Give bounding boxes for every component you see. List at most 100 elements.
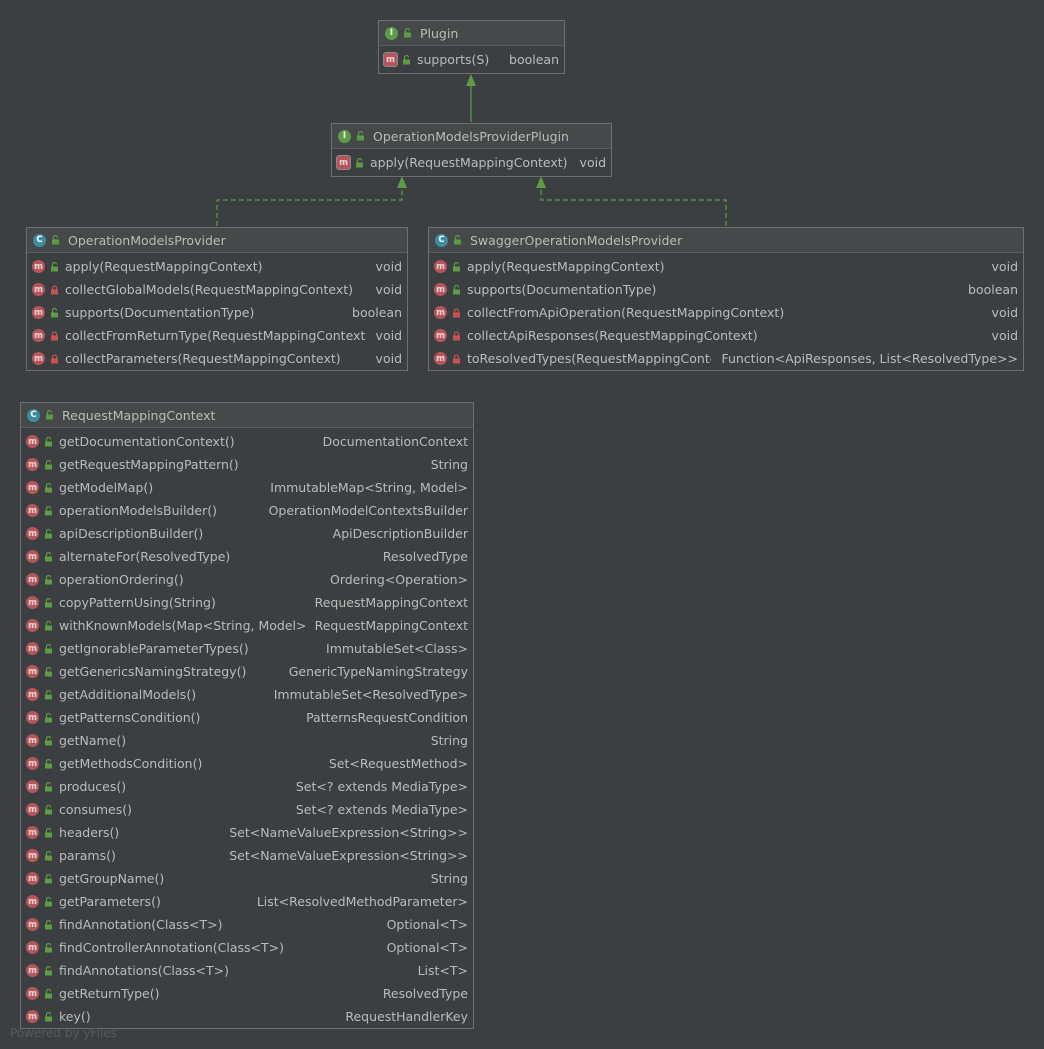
method-row[interactable]: m collectFromReturnType(RequestMappingCon… — [27, 324, 407, 347]
method-return-type: Set<RequestMethod> — [328, 756, 468, 771]
method-row[interactable]: m getReturnType() ResolvedType — [21, 982, 473, 1005]
method-badge-icon: m — [26, 619, 39, 632]
public-unlock-icon — [43, 689, 53, 700]
method-return-type: Function<ApiResponses, List<ResolvedType… — [721, 351, 1018, 366]
method-row[interactable]: m findAnnotation(Class<T>) Optional<T> — [21, 913, 473, 936]
public-unlock-icon — [49, 307, 59, 318]
method-name: findAnnotation(Class<T>) — [59, 917, 223, 932]
plugin-interface-node[interactable]: I Plugin m supports(S) boolean — [378, 20, 565, 74]
method-return-type: Optional<T> — [386, 940, 468, 955]
method-row[interactable]: m withKnownModels(Map<String, Model>) Requ… — [21, 614, 473, 637]
method-name: findAnnotations(Class<T>) — [59, 963, 230, 978]
member-list: m apply(RequestMappingContext) void — [332, 149, 611, 174]
method-name: consumes() — [59, 802, 133, 817]
method-row[interactable]: m key() RequestHandlerKey — [21, 1005, 473, 1028]
method-row[interactable]: m operationOrdering() Ordering<Operation> — [21, 568, 473, 591]
method-name: getPatternsCondition() — [59, 710, 201, 725]
member-list: m supports(S) boolean — [379, 46, 564, 71]
method-badge-icon: m — [32, 260, 45, 273]
method-badge-icon: m — [26, 734, 39, 747]
method-badge-icon: m — [26, 1010, 39, 1023]
class-header[interactable]: I OperationModelsProviderPlugin — [332, 124, 611, 149]
method-row[interactable]: m getGenericsNamingStrategy() GenericTypeN… — [21, 660, 473, 683]
method-row[interactable]: m findControllerAnnotation(Class<T>) Optio… — [21, 936, 473, 959]
method-name: copyPatternUsing(String) — [59, 595, 216, 610]
method-row[interactable]: m toResolvedTypes(RequestMappingContext) F… — [429, 347, 1023, 370]
method-row[interactable]: m supports(DocumentationType) boolean — [429, 278, 1023, 301]
method-badge-icon: m — [26, 435, 39, 448]
method-row[interactable]: m findAnnotations(Class<T>) List<T> — [21, 959, 473, 982]
method-badge-icon: m — [434, 260, 447, 273]
method-name: getReturnType() — [59, 986, 160, 1001]
method-row[interactable]: m operationModelsBuilder() OperationModelC… — [21, 499, 473, 522]
public-unlock-icon — [355, 131, 365, 141]
method-return-type: String — [430, 733, 468, 748]
method-row[interactable]: m consumes() Set<? extends MediaType> — [21, 798, 473, 821]
method-row[interactable]: m getAdditionalModels() ImmutableSet<Resol… — [21, 683, 473, 706]
method-row[interactable]: m apply(RequestMappingContext) void — [429, 255, 1023, 278]
public-unlock-icon — [43, 505, 53, 516]
class-header[interactable]: C OperationModelsProvider — [27, 228, 407, 253]
method-row[interactable]: m getGroupName() String — [21, 867, 473, 890]
method-badge-icon: m — [26, 826, 39, 839]
method-row[interactable]: m getRequestMappingPattern() String — [21, 453, 473, 476]
method-row[interactable]: m headers() Set<NameValueExpression<String… — [21, 821, 473, 844]
public-unlock-icon — [43, 551, 53, 562]
method-name: getRequestMappingPattern() — [59, 457, 239, 472]
method-row[interactable]: m collectFromApiOperation(RequestMappingC… — [429, 301, 1023, 324]
class-header[interactable]: C RequestMappingContext — [21, 403, 473, 428]
method-row[interactable]: m getPatternsCondition() PatternsRequestCo… — [21, 706, 473, 729]
public-unlock-icon — [43, 896, 53, 907]
method-row[interactable]: m collectApiResponses(RequestMappingConte… — [429, 324, 1023, 347]
method-row[interactable]: m getModelMap() ImmutableMap<String, Model… — [21, 476, 473, 499]
class-header[interactable]: I Plugin — [379, 21, 564, 46]
method-return-type: Set<? extends MediaType> — [295, 802, 468, 817]
method-name: withKnownModels(Map<String, Model>) — [59, 618, 305, 633]
method-badge-icon: m — [26, 550, 39, 563]
method-badge-icon: m — [26, 504, 39, 517]
method-row[interactable]: m supports(DocumentationType) boolean — [27, 301, 407, 324]
method-row[interactable]: m apply(RequestMappingContext) void — [332, 151, 611, 174]
method-row[interactable]: m getParameters() List<ResolvedMethodParam… — [21, 890, 473, 913]
public-unlock-icon — [43, 597, 53, 608]
swagger-operation-models-provider-node[interactable]: C SwaggerOperationModelsProvider m apply(Re… — [428, 227, 1024, 371]
method-badge-icon: m — [26, 665, 39, 678]
method-name: getParameters() — [59, 894, 161, 909]
member-list: m apply(RequestMappingContext) void m suppor… — [429, 253, 1023, 370]
method-row[interactable]: m produces() Set<? extends MediaType> — [21, 775, 473, 798]
public-unlock-icon — [43, 482, 53, 493]
method-row[interactable]: m getName() String — [21, 729, 473, 752]
request-mapping-context-node[interactable]: C RequestMappingContext m getDocumentationC… — [20, 402, 474, 1029]
method-return-type: Set<NameValueExpression<String>> — [229, 825, 468, 840]
public-unlock-icon — [43, 781, 53, 792]
method-name: apiDescriptionBuilder() — [59, 526, 204, 541]
method-name: collectGlobalModels(RequestMappingContex… — [65, 282, 353, 297]
private-lock-icon — [451, 330, 461, 341]
method-row[interactable]: m getIgnorableParameterTypes() ImmutableSe… — [21, 637, 473, 660]
method-row[interactable]: m getDocumentationContext() DocumentationC… — [21, 430, 473, 453]
public-unlock-icon — [43, 620, 53, 631]
method-return-type: Ordering<Operation> — [329, 572, 468, 587]
method-row[interactable]: m apply(RequestMappingContext) void — [27, 255, 407, 278]
method-row[interactable]: m alternateFor(ResolvedType) ResolvedType — [21, 545, 473, 568]
public-unlock-icon — [43, 436, 53, 447]
method-name: supports(S) — [417, 52, 490, 67]
method-row[interactable]: m getMethodsCondition() Set<RequestMethod> — [21, 752, 473, 775]
method-row[interactable]: m copyPatternUsing(String) RequestMappingC… — [21, 591, 473, 614]
member-list: m getDocumentationContext() DocumentationC… — [21, 428, 473, 1028]
method-row[interactable]: m collectParameters(RequestMappingContext… — [27, 347, 407, 370]
method-row[interactable]: m collectGlobalModels(RequestMappingConte… — [27, 278, 407, 301]
operation-models-provider-plugin-node[interactable]: I OperationModelsProviderPlugin m apply(Req… — [331, 123, 612, 177]
class-header[interactable]: C SwaggerOperationModelsProvider — [429, 228, 1023, 253]
method-row[interactable]: m apiDescriptionBuilder() ApiDescriptionBu… — [21, 522, 473, 545]
method-row[interactable]: m params() Set<NameValueExpression<String>… — [21, 844, 473, 867]
class-title: OperationModelsProvider — [68, 232, 226, 248]
class-badge-icon: C — [435, 233, 448, 247]
method-row[interactable]: m supports(S) boolean — [379, 48, 564, 71]
operation-models-provider-node[interactable]: C OperationModelsProvider m apply(RequestMa… — [26, 227, 408, 371]
method-name: supports(DocumentationType) — [65, 305, 255, 320]
method-badge-icon: m — [26, 481, 39, 494]
method-badge-icon: m — [26, 573, 39, 586]
public-unlock-icon — [402, 28, 412, 38]
class-badge-icon: C — [27, 408, 40, 422]
